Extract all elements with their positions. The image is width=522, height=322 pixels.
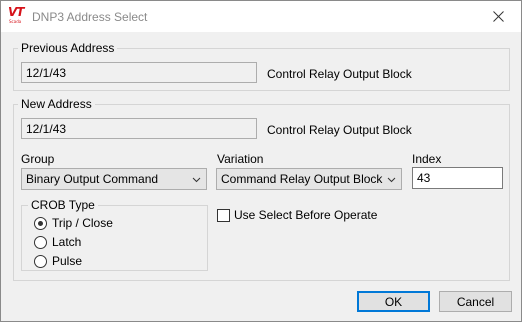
crob-option-label: Pulse xyxy=(52,254,83,268)
use-sbo-checkbox[interactable] xyxy=(217,208,230,222)
index-input[interactable]: 43 xyxy=(412,167,503,189)
chevron-down-icon xyxy=(192,177,201,183)
app-logo-icon: VT Scada xyxy=(8,5,30,27)
radio-button-checked[interactable] xyxy=(34,216,47,230)
variation-select-value: Command Relay Output Block xyxy=(221,172,383,186)
use-sbo-checkbox-row[interactable]: Use Select Before Operate xyxy=(217,208,377,222)
radio-button[interactable] xyxy=(34,235,47,249)
previous-address-legend: Previous Address xyxy=(18,41,118,55)
title-bar: VT Scada DNP3 Address Select xyxy=(1,1,521,32)
crob-option-label: Latch xyxy=(52,235,82,249)
logo-subtext: Scada xyxy=(9,19,22,24)
window-title: DNP3 Address Select xyxy=(32,10,148,24)
new-address-legend: New Address xyxy=(18,97,95,111)
crob-option-label: Trip / Close xyxy=(52,216,113,230)
close-button[interactable] xyxy=(475,1,521,32)
group-label: Group xyxy=(21,152,55,166)
logo-text: VT xyxy=(8,5,25,19)
group-select[interactable]: Binary Output Command xyxy=(21,168,207,190)
crob-type-legend: CROB Type xyxy=(28,198,98,212)
cancel-button[interactable]: Cancel xyxy=(439,291,512,312)
crob-option-trip-close[interactable]: Trip / Close xyxy=(34,216,113,230)
previous-address-field[interactable]: 12/1/43 xyxy=(21,62,257,83)
dialog-window: VT Scada DNP3 Address Select Previous Ad… xyxy=(0,0,522,322)
new-address-type: Control Relay Output Block xyxy=(267,123,412,137)
previous-address-type: Control Relay Output Block xyxy=(267,67,412,81)
close-icon xyxy=(492,11,504,22)
chevron-down-icon xyxy=(387,177,396,183)
use-sbo-label: Use Select Before Operate xyxy=(234,208,378,222)
new-address-field[interactable]: 12/1/43 xyxy=(21,118,257,139)
group-select-value: Binary Output Command xyxy=(26,172,159,186)
ok-button[interactable]: OK xyxy=(357,291,430,312)
crob-option-pulse[interactable]: Pulse xyxy=(34,254,82,268)
radio-button[interactable] xyxy=(34,254,47,268)
crob-option-latch[interactable]: Latch xyxy=(34,235,81,249)
index-label: Index xyxy=(412,152,442,166)
variation-select[interactable]: Command Relay Output Block xyxy=(216,168,402,190)
variation-label: Variation xyxy=(217,152,264,166)
